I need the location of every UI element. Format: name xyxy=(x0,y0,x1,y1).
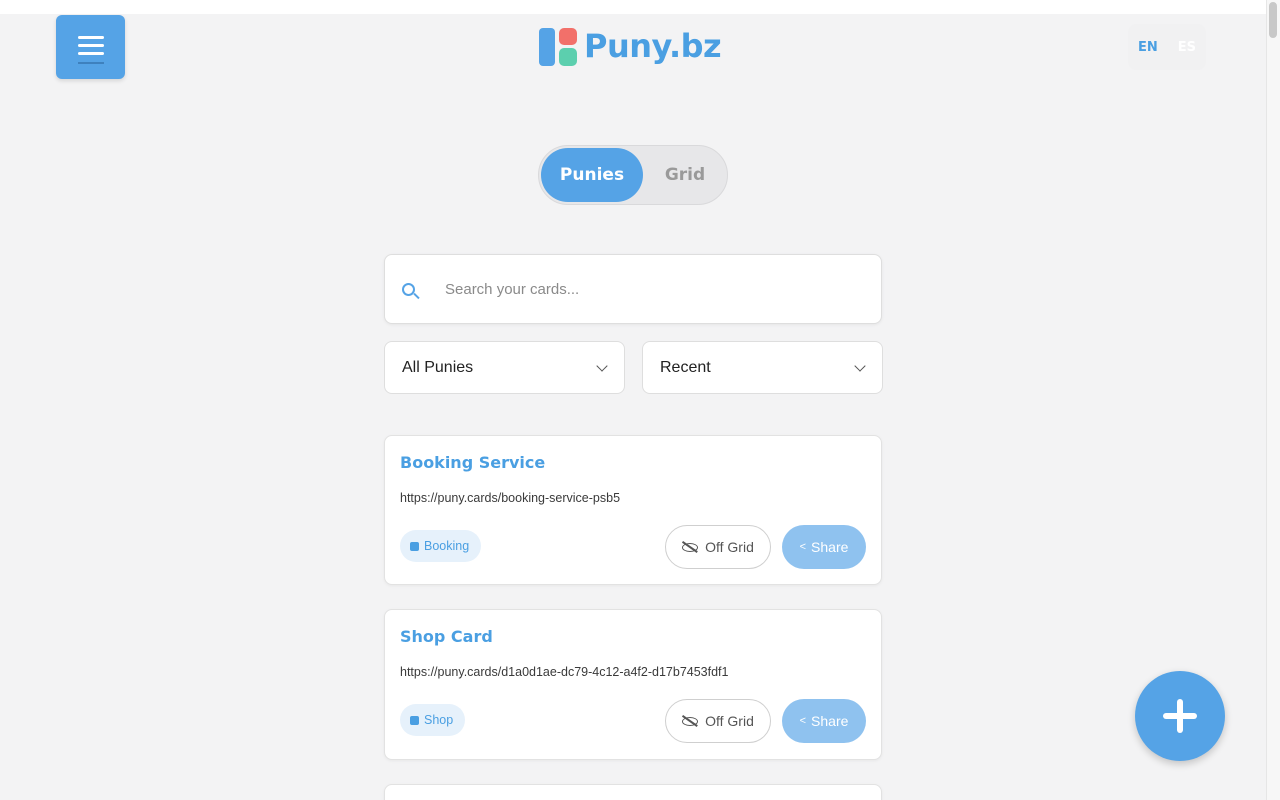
off-grid-button[interactable]: Off Grid xyxy=(665,525,771,569)
card-title[interactable]: Booking Service xyxy=(400,453,545,472)
off-grid-button[interactable]: Off Grid xyxy=(665,699,771,743)
calendar-icon xyxy=(410,541,419,551)
card-shop-card[interactable]: Shop Card https://puny.cards/d1a0d1ae-dc… xyxy=(384,609,882,760)
share-label: Share xyxy=(811,539,849,555)
card-url: https://puny.cards/booking-service-psb5 xyxy=(400,491,621,505)
app-page: Puny.bz EN ES Punies Grid All Punies Rec… xyxy=(0,0,1280,800)
card-booking-service[interactable]: Booking Service https://puny.cards/booki… xyxy=(384,435,882,585)
menu-button[interactable] xyxy=(56,15,125,79)
share-label: Share xyxy=(811,713,849,729)
logo-text: Puny.bz xyxy=(584,27,722,65)
eye-slash-icon xyxy=(682,714,699,727)
eye-slash-icon xyxy=(682,540,699,553)
sort-value: Recent xyxy=(660,358,711,376)
logo[interactable]: Puny.bz xyxy=(538,26,722,66)
language-option-es[interactable]: ES xyxy=(1178,40,1196,55)
logo-mark-icon xyxy=(538,26,578,66)
chevron-down-icon xyxy=(596,360,608,372)
hamburger-icon xyxy=(77,36,104,58)
card-tag: Booking xyxy=(400,530,482,562)
card-title[interactable]: Shop Card xyxy=(400,627,493,646)
sort-select[interactable]: Recent xyxy=(642,341,883,394)
menu-button-underline xyxy=(78,62,104,64)
view-toggle: Punies Grid xyxy=(538,145,728,205)
category-filter-select[interactable]: All Punies xyxy=(384,341,625,394)
share-button[interactable]: < Share xyxy=(782,525,866,569)
card-url: https://puny.cards/d1a0d1ae-dc79-4c12-a4… xyxy=(400,665,729,679)
tab-grid[interactable]: Grid xyxy=(643,148,727,202)
category-filter-value: All Punies xyxy=(402,358,474,376)
plus-icon-vertical xyxy=(1177,699,1183,733)
language-switcher: EN ES xyxy=(1128,24,1206,70)
card-tag-label: Shop xyxy=(424,713,454,727)
language-option-en[interactable]: EN xyxy=(1138,40,1158,55)
card-tag-label: Booking xyxy=(424,539,470,553)
tab-punies[interactable]: Punies xyxy=(541,148,643,202)
add-card-button[interactable] xyxy=(1135,671,1225,761)
shopping-bag-icon xyxy=(410,715,419,725)
share-button[interactable]: < Share xyxy=(782,699,866,743)
card-tag: Shop xyxy=(400,704,466,736)
off-grid-label: Off Grid xyxy=(705,539,754,555)
share-icon: < xyxy=(799,541,807,553)
search-icon xyxy=(402,283,420,301)
chevron-down-icon xyxy=(854,360,866,372)
share-icon: < xyxy=(799,715,807,727)
scrollbar-thumb[interactable] xyxy=(1269,2,1277,38)
search-input[interactable] xyxy=(445,280,845,298)
card-partial[interactable] xyxy=(384,784,882,800)
search-box xyxy=(384,254,882,324)
off-grid-label: Off Grid xyxy=(705,713,754,729)
top-strip xyxy=(0,0,1266,14)
scrollbar[interactable] xyxy=(1266,0,1280,800)
